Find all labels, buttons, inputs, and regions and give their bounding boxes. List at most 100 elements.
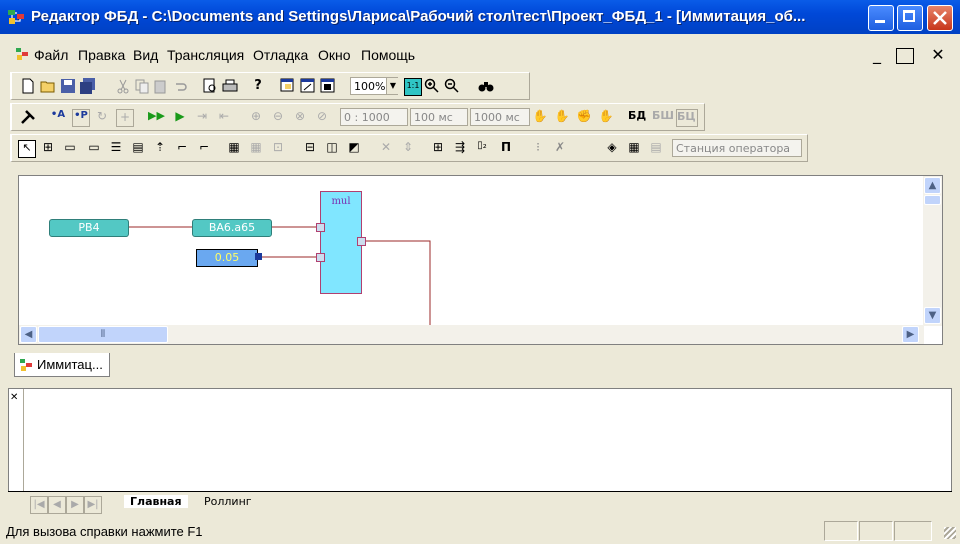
- page-icon[interactable]: ◫: [324, 140, 340, 156]
- tab-next-button[interactable]: ▶: [66, 496, 84, 514]
- tab-prev-button[interactable]: ◀: [48, 496, 66, 514]
- vertical-scrollbar[interactable]: ▲ ▼: [923, 176, 942, 326]
- print-preview-icon[interactable]: [202, 78, 218, 94]
- array-icon[interactable]: ⊡: [270, 140, 286, 156]
- tab-first-button[interactable]: |◀: [30, 496, 48, 514]
- undo-icon[interactable]: [172, 78, 188, 94]
- db-button[interactable]: БД: [628, 109, 648, 125]
- step-out-icon[interactable]: ⇤: [216, 109, 232, 125]
- step-up-icon[interactable]: ⌐: [174, 140, 190, 156]
- horizontal-scroll-thumb[interactable]: ⦀: [38, 326, 168, 343]
- arrow-up-block-icon[interactable]: ⇡: [152, 140, 168, 156]
- find-binoculars-icon[interactable]: [478, 78, 494, 94]
- chevron-down-icon[interactable]: ▼: [386, 78, 399, 94]
- mul-input-port-1[interactable]: [316, 223, 325, 232]
- copy-icon[interactable]: [134, 78, 150, 94]
- block-io-icon[interactable]: ⊞: [40, 140, 56, 156]
- step-into-icon[interactable]: ⇥: [194, 109, 210, 125]
- cut-icon[interactable]: [115, 78, 131, 94]
- breakpoint-1-icon[interactable]: ⊕: [248, 109, 264, 125]
- sheet-icon[interactable]: ⊟: [302, 140, 318, 156]
- hand-grab-icon[interactable]: ✊: [576, 109, 592, 125]
- breakpoint-2-icon[interactable]: ⊖: [270, 109, 286, 125]
- mul-input-port-2[interactable]: [316, 253, 325, 262]
- layers-icon[interactable]: ◈: [604, 140, 620, 156]
- menu-edit[interactable]: Правка: [78, 47, 125, 63]
- keyboard-icon[interactable]: ▦: [626, 140, 642, 156]
- menu-window[interactable]: Окно: [318, 47, 351, 63]
- grid-block-2-icon[interactable]: ▦: [248, 140, 264, 156]
- list-block-icon[interactable]: ☰: [108, 140, 124, 156]
- remove-icon[interactable]: ✗: [552, 140, 568, 156]
- dots-icon[interactable]: ⁝: [530, 140, 546, 156]
- cycle-icon[interactable]: ↻: [94, 109, 110, 125]
- window-cascade-icon[interactable]: [280, 78, 296, 94]
- panel-icon[interactable]: ▤: [648, 140, 664, 156]
- window-tile-icon[interactable]: [300, 78, 316, 94]
- breakpoint-3-icon[interactable]: ⊗: [292, 109, 308, 125]
- menu-view[interactable]: Вид: [133, 47, 158, 63]
- mul-block[interactable]: mul: [320, 191, 362, 294]
- zoom-1-1-icon[interactable]: 1:1: [404, 78, 422, 96]
- hand-icon[interactable]: ✋: [532, 109, 548, 125]
- block-icon[interactable]: ▭: [62, 140, 78, 156]
- vertical-scroll-thumb[interactable]: [924, 195, 941, 205]
- maximize-button[interactable]: [897, 5, 923, 31]
- breakpoint-4-icon[interactable]: ⊘: [314, 109, 330, 125]
- input-node-ba6[interactable]: BA6.a65: [192, 219, 272, 237]
- mode-p-icon[interactable]: •P: [72, 109, 90, 127]
- align-icon[interactable]: ⇕: [400, 140, 416, 156]
- help-icon[interactable]: ?: [250, 78, 266, 94]
- mdi-restore-button[interactable]: [896, 48, 914, 64]
- table-block-icon[interactable]: ▤: [130, 140, 146, 156]
- macro-icon[interactable]: ◩: [346, 140, 362, 156]
- menu-translate[interactable]: Трансляция: [167, 47, 244, 63]
- counter-icon[interactable]: ▯₂: [474, 140, 490, 156]
- paste-icon[interactable]: [153, 78, 169, 94]
- menu-file[interactable]: Файл: [34, 47, 68, 63]
- open-folder-icon[interactable]: [40, 78, 56, 94]
- input-node-pb4[interactable]: PB4: [49, 219, 129, 237]
- pointer-icon[interactable]: ↖: [18, 140, 36, 158]
- scroll-left-button[interactable]: ◀: [20, 326, 37, 343]
- mdi-minimize-button[interactable]: _: [867, 45, 887, 65]
- mul-output-port[interactable]: [357, 237, 366, 246]
- new-file-icon[interactable]: [20, 78, 36, 94]
- time-field[interactable]: 0 : 1000: [340, 108, 408, 126]
- out-block-icon[interactable]: ⇶: [452, 140, 468, 156]
- bsh-button[interactable]: БШ: [652, 109, 674, 125]
- run-fast-icon[interactable]: ▶▶: [148, 109, 165, 125]
- output-close-icon[interactable]: ✕: [10, 392, 18, 403]
- tab-last-button[interactable]: ▶|: [84, 496, 102, 514]
- menu-help[interactable]: Помощь: [361, 47, 415, 63]
- mode-a-icon[interactable]: •A: [50, 109, 66, 125]
- save-all-icon[interactable]: [80, 78, 96, 94]
- tab-main[interactable]: Главная: [124, 495, 188, 508]
- build-tools-icon[interactable]: [20, 109, 36, 125]
- mdi-close-button[interactable]: ✕: [928, 45, 948, 65]
- menu-debug[interactable]: Отладка: [253, 47, 308, 63]
- step-up-dot-icon[interactable]: ⌐: [196, 140, 212, 156]
- pi-icon[interactable]: Π: [498, 140, 514, 156]
- print-icon[interactable]: [222, 78, 238, 94]
- interval-field-1[interactable]: 100 мс: [410, 108, 468, 126]
- bts-button[interactable]: БЦ: [676, 109, 698, 127]
- scroll-up-button[interactable]: ▲: [924, 177, 941, 194]
- in-block-icon[interactable]: ⊞: [430, 140, 446, 156]
- zoom-out-icon[interactable]: [444, 78, 460, 94]
- hand-move-icon[interactable]: ✋: [598, 109, 614, 125]
- output-block-icon[interactable]: ▭: [86, 140, 102, 156]
- zoom-in-icon[interactable]: [424, 78, 440, 94]
- operator-station-field[interactable]: Станция оператора: [672, 139, 802, 157]
- delete-icon[interactable]: ✕: [378, 140, 394, 156]
- interval-field-2[interactable]: 1000 мс: [470, 108, 530, 126]
- resize-grip-icon[interactable]: [944, 527, 956, 539]
- window-arrange-icon[interactable]: [320, 78, 336, 94]
- document-tab[interactable]: Иммитац...: [14, 353, 110, 377]
- close-button[interactable]: [927, 5, 953, 31]
- constant-node[interactable]: 0.05: [196, 249, 258, 267]
- hand-stop-icon[interactable]: ✋: [554, 109, 570, 125]
- diagram-canvas[interactable]: PB4 BA6.a65 0.05 mul ▲ ▼ ◀ ⦀ ▶: [18, 175, 943, 345]
- tab-rolling[interactable]: Роллинг: [198, 495, 258, 508]
- scroll-down-button[interactable]: ▼: [924, 307, 941, 324]
